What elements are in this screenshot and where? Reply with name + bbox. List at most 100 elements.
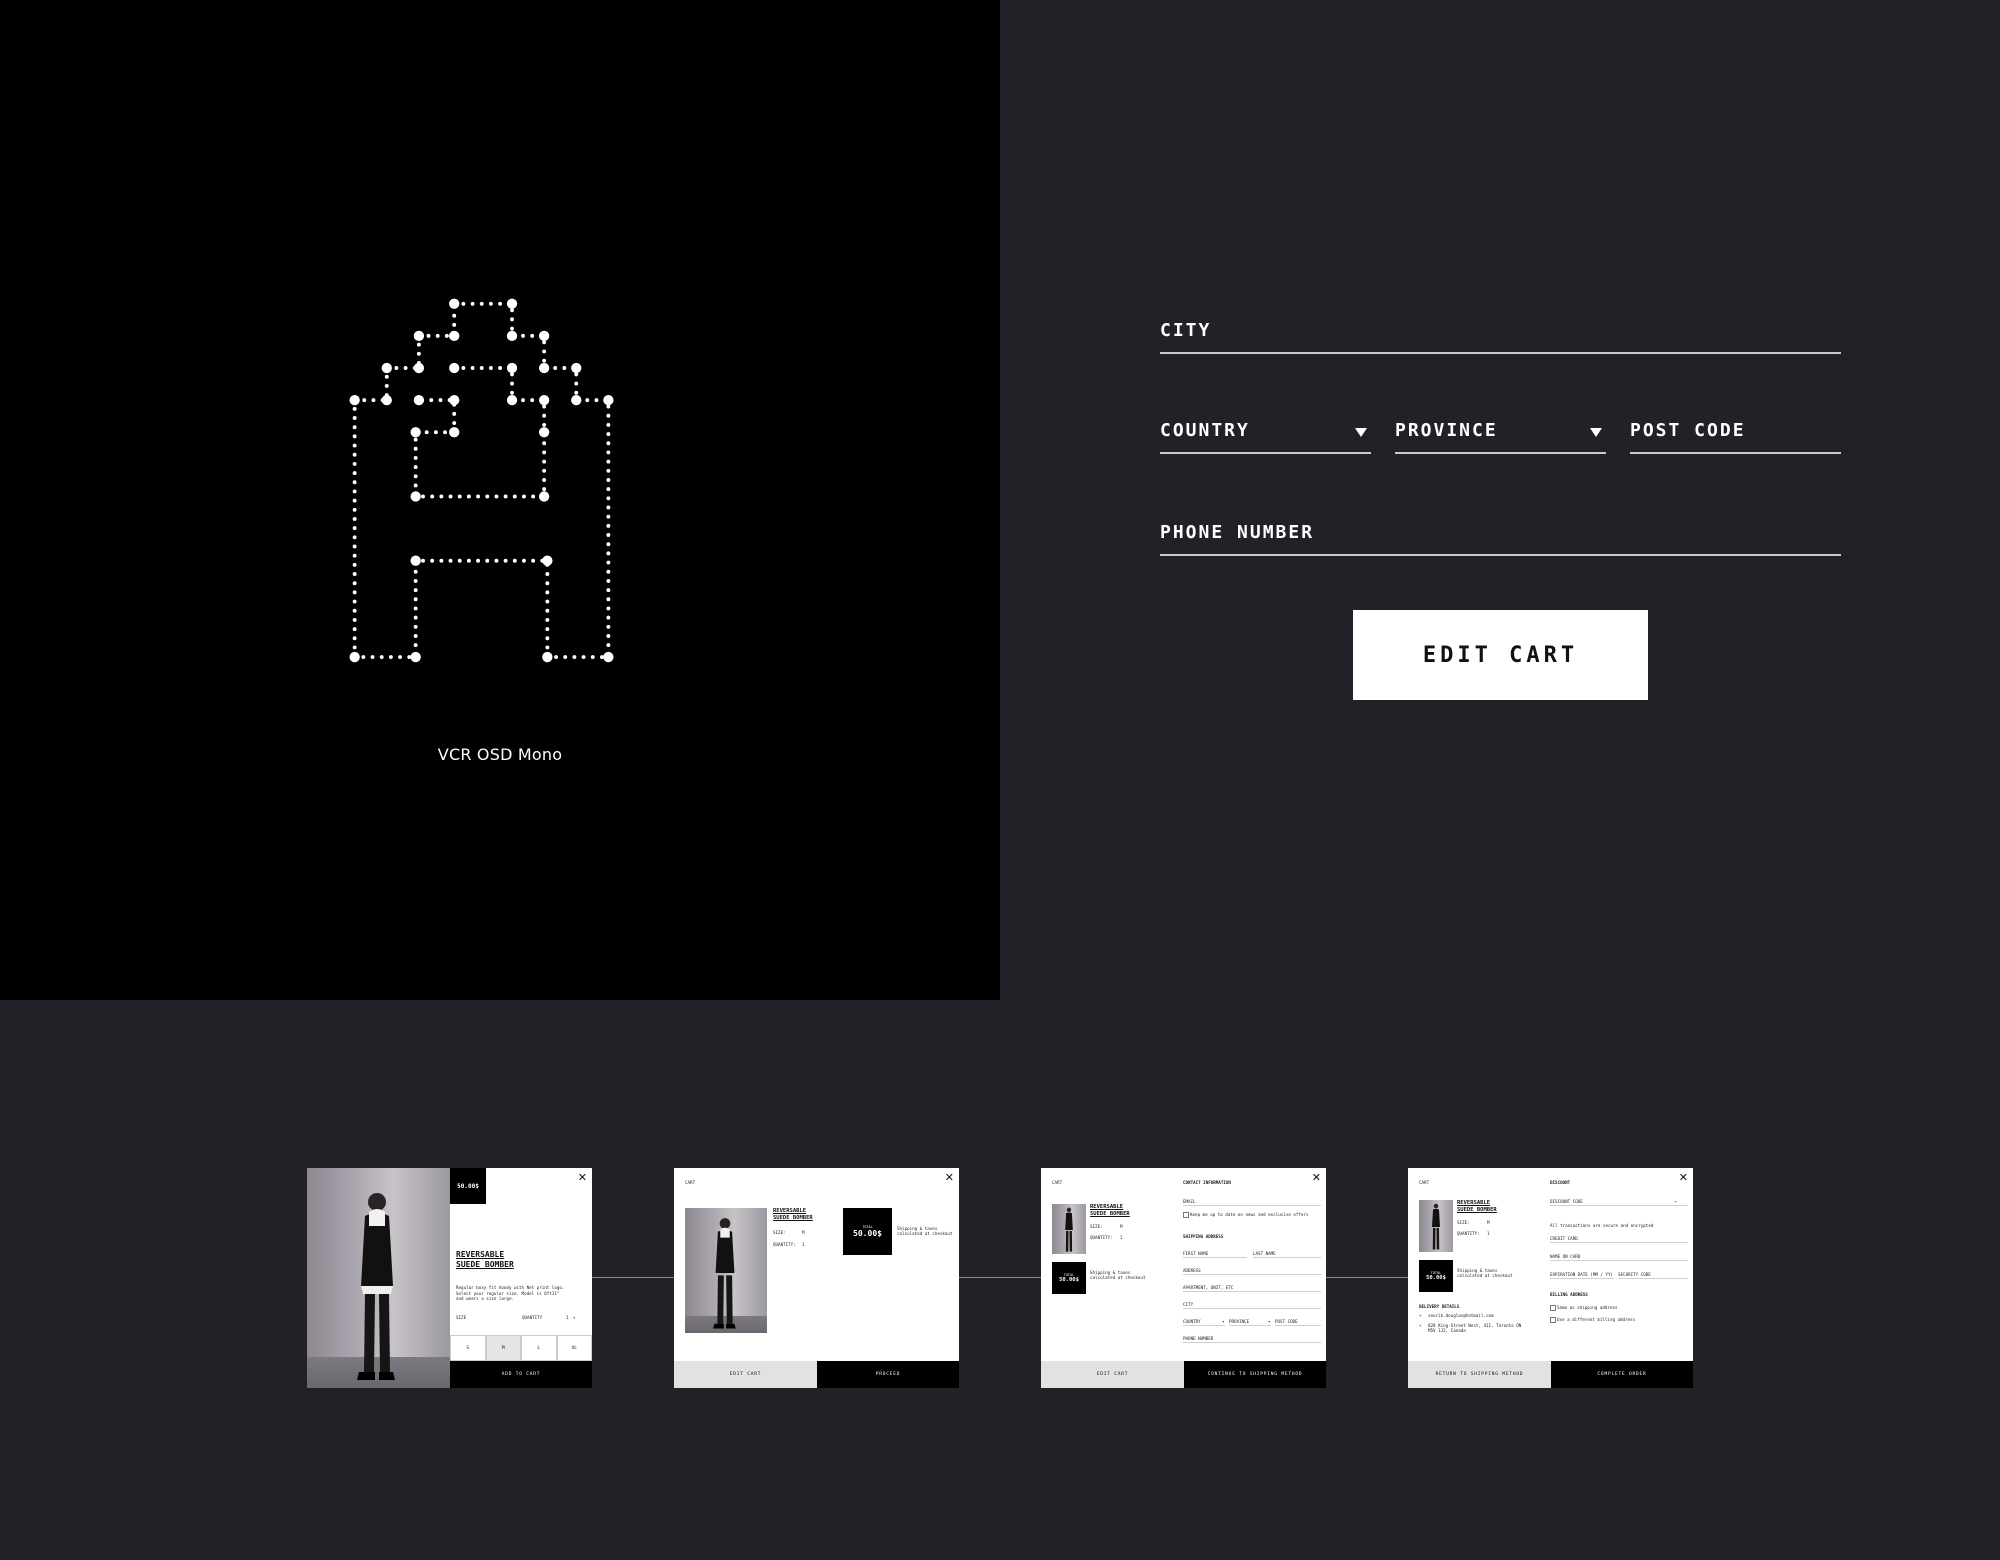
province-select[interactable]: PROVINCE bbox=[1395, 410, 1606, 454]
quantity-value[interactable]: 1 bbox=[566, 1315, 569, 1320]
font-specimen-panel: VCR OSD Mono bbox=[0, 0, 1000, 1000]
proceed-button[interactable]: PROCEED bbox=[817, 1361, 959, 1388]
credit-card-field[interactable]: CREDIT CARD bbox=[1550, 1236, 1578, 1241]
pencil-icon[interactable]: ✎ bbox=[1419, 1313, 1422, 1318]
size-value: M bbox=[1487, 1220, 1490, 1225]
city-placeholder: CITY bbox=[1160, 320, 1212, 341]
last-name-field[interactable]: LAST NAME bbox=[1253, 1251, 1276, 1256]
close-icon[interactable]: ✕ bbox=[1679, 1171, 1688, 1184]
name-on-card-field[interactable]: NAME ON CARD bbox=[1550, 1254, 1580, 1259]
address-field[interactable]: ADDRESS bbox=[1183, 1268, 1201, 1273]
country-placeholder: COUNTRY bbox=[1160, 420, 1250, 441]
cart-heading: CART bbox=[685, 1180, 696, 1185]
product-title: REVERSABLE SUEDE BOMBER bbox=[773, 1208, 813, 1221]
expiration-field[interactable]: EXPIRATION DATE (MM / YY) bbox=[1550, 1272, 1613, 1277]
city-field[interactable]: CITY bbox=[1183, 1302, 1193, 1307]
city-field[interactable]: CITY bbox=[1160, 310, 1841, 354]
apartment-field[interactable]: APARTMENT, UNIT, ETC bbox=[1183, 1285, 1233, 1290]
product-title: REVERSABLE SUEDE BOMBER bbox=[456, 1250, 514, 1269]
add-to-cart-button[interactable]: ADD TO CART bbox=[450, 1361, 592, 1388]
delivery-email: seurik.douglas@hotmail.com bbox=[1428, 1313, 1494, 1318]
discount-code-field[interactable]: DISCOUNT CODE bbox=[1550, 1199, 1583, 1204]
postcode-field[interactable]: POST CODE bbox=[1630, 410, 1841, 454]
size-value: M bbox=[1120, 1224, 1123, 1229]
secure-note: All transactions are secure and encrypte… bbox=[1550, 1223, 1654, 1228]
product-photo bbox=[307, 1168, 450, 1388]
shipping-note: Shipping & taxes calculated at checkout bbox=[897, 1226, 953, 1236]
cart-screen: CART ✕ REVERSABLE SUEDE BOMBER SIZE: M Q… bbox=[674, 1168, 959, 1388]
quantity-value: 1 bbox=[1120, 1235, 1123, 1240]
quantity-label: QUANTITY: bbox=[1457, 1231, 1480, 1236]
pencil-icon[interactable]: ✎ bbox=[1419, 1323, 1422, 1328]
close-icon[interactable]: ✕ bbox=[1312, 1171, 1321, 1184]
post-code-field[interactable]: POST CODE bbox=[1275, 1319, 1298, 1324]
return-to-shipping-button[interactable]: RETURN TO SHIPPING METHOD bbox=[1408, 1361, 1551, 1388]
price-value: 50.00$ bbox=[457, 1182, 479, 1190]
continue-to-shipping-button[interactable]: CONTINUE TO SHIPPING METHOD bbox=[1184, 1361, 1326, 1388]
complete-order-button[interactable]: COMPLETE ORDER bbox=[1551, 1361, 1693, 1388]
quantity-label: QUANTITY: bbox=[773, 1242, 796, 1247]
cart-heading: CART bbox=[1052, 1180, 1063, 1185]
product-photo bbox=[1419, 1200, 1453, 1252]
province-placeholder: PROVINCE bbox=[1395, 420, 1498, 441]
product-title: REVERSABLE SUEDE BOMBER bbox=[1457, 1200, 1497, 1213]
chevron-down-icon: ▾ bbox=[1268, 1319, 1271, 1324]
different-billing-label: Use a different billing address bbox=[1557, 1317, 1636, 1322]
province-select[interactable]: PROVINCE bbox=[1229, 1319, 1249, 1324]
quantity-label: QUANTITY: bbox=[1090, 1235, 1113, 1240]
arrow-right-icon[interactable]: → bbox=[1674, 1199, 1677, 1204]
model-figure bbox=[357, 1193, 395, 1380]
product-title: REVERSABLE SUEDE BOMBER bbox=[1090, 1204, 1130, 1217]
product-description: Regular boxy fit hoody with Net print lo… bbox=[456, 1285, 565, 1301]
size-option-xl[interactable]: XL bbox=[556, 1335, 592, 1361]
country-select[interactable]: COUNTRY bbox=[1183, 1319, 1201, 1324]
shipping-note: Shipping & taxes calculated at checkout bbox=[1090, 1270, 1146, 1280]
model-figure bbox=[1432, 1203, 1440, 1250]
product-photo bbox=[1052, 1204, 1086, 1254]
email-field[interactable]: EMAIL bbox=[1183, 1199, 1196, 1204]
size-label: SIZE bbox=[456, 1315, 467, 1320]
quantity-value: 1 bbox=[802, 1242, 805, 1247]
size-label: SIZE: bbox=[1457, 1220, 1470, 1225]
quantity-stepper[interactable]: ▾ bbox=[573, 1315, 576, 1320]
flow-connector bbox=[1326, 1277, 1408, 1278]
quantity-label: QUANTITY bbox=[522, 1315, 543, 1320]
size-option-s[interactable]: S bbox=[450, 1335, 486, 1361]
phone-field[interactable]: PHONE NUMBER bbox=[1183, 1336, 1213, 1341]
price-badge: 50.00$ bbox=[450, 1168, 486, 1204]
first-name-field[interactable]: FIRST NAME bbox=[1183, 1251, 1208, 1256]
postcode-placeholder: POST CODE bbox=[1630, 420, 1746, 441]
billing-heading: BILLING ADDRESS bbox=[1550, 1292, 1588, 1297]
different-billing-radio[interactable] bbox=[1550, 1317, 1556, 1323]
same-as-shipping-radio[interactable] bbox=[1550, 1305, 1556, 1311]
flow-connector bbox=[959, 1277, 1041, 1278]
close-icon[interactable]: ✕ bbox=[578, 1171, 587, 1184]
offers-checkbox[interactable] bbox=[1183, 1212, 1189, 1218]
product-screen: 50.00$ ✕ REVERSABLE SUEDE BOMBER Regular… bbox=[307, 1168, 592, 1388]
delivery-address: 828 King Street West, 411, Toronto ON M5… bbox=[1428, 1323, 1522, 1333]
edit-cart-button[interactable]: EDIT CART bbox=[674, 1361, 817, 1388]
total-box: TOTAL 50.00$ bbox=[1419, 1260, 1453, 1292]
country-select[interactable]: COUNTRY bbox=[1160, 410, 1371, 454]
size-option-l[interactable]: L bbox=[521, 1335, 557, 1361]
chevron-down-icon bbox=[1590, 428, 1602, 437]
total-box: TOTAL 50.00$ bbox=[843, 1208, 892, 1255]
total-value: 50.00$ bbox=[1426, 1275, 1446, 1281]
same-as-shipping-label: Same as shipping address bbox=[1557, 1305, 1618, 1310]
cart-heading: CART bbox=[1419, 1180, 1430, 1185]
size-label: SIZE: bbox=[1090, 1224, 1103, 1229]
size-option-m[interactable]: M bbox=[485, 1335, 521, 1361]
phone-field[interactable]: PHONE NUMBER bbox=[1160, 512, 1841, 556]
close-icon[interactable]: ✕ bbox=[945, 1171, 954, 1184]
delivery-heading: DELIVERY DETAILS bbox=[1419, 1304, 1460, 1309]
total-box: TOTAL 50.00$ bbox=[1052, 1262, 1086, 1294]
size-label: SIZE: bbox=[773, 1230, 786, 1235]
flow-connector bbox=[592, 1277, 674, 1278]
security-code-field[interactable]: SECURITY CODE bbox=[1618, 1272, 1651, 1277]
edit-cart-button[interactable]: EDIT CART bbox=[1041, 1361, 1184, 1388]
edit-cart-button[interactable]: EDIT CART bbox=[1353, 610, 1648, 700]
size-options: S M L XL bbox=[450, 1335, 592, 1361]
model-figure bbox=[713, 1218, 736, 1329]
product-photo bbox=[685, 1208, 767, 1333]
phone-placeholder: PHONE NUMBER bbox=[1160, 522, 1315, 543]
